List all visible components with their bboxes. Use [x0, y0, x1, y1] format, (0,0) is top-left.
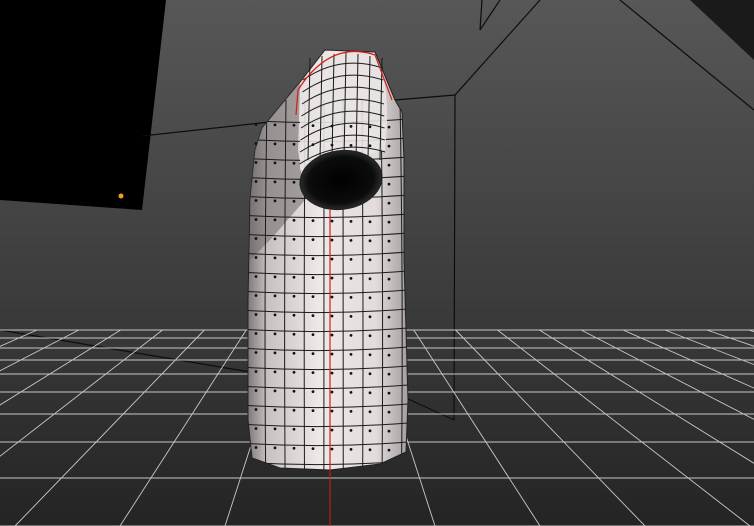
viewport-canvas[interactable] [0, 0, 754, 526]
selected-vertex [118, 193, 124, 199]
3d-viewport[interactable] [0, 0, 754, 526]
black-backdrop-plane [0, 0, 166, 210]
